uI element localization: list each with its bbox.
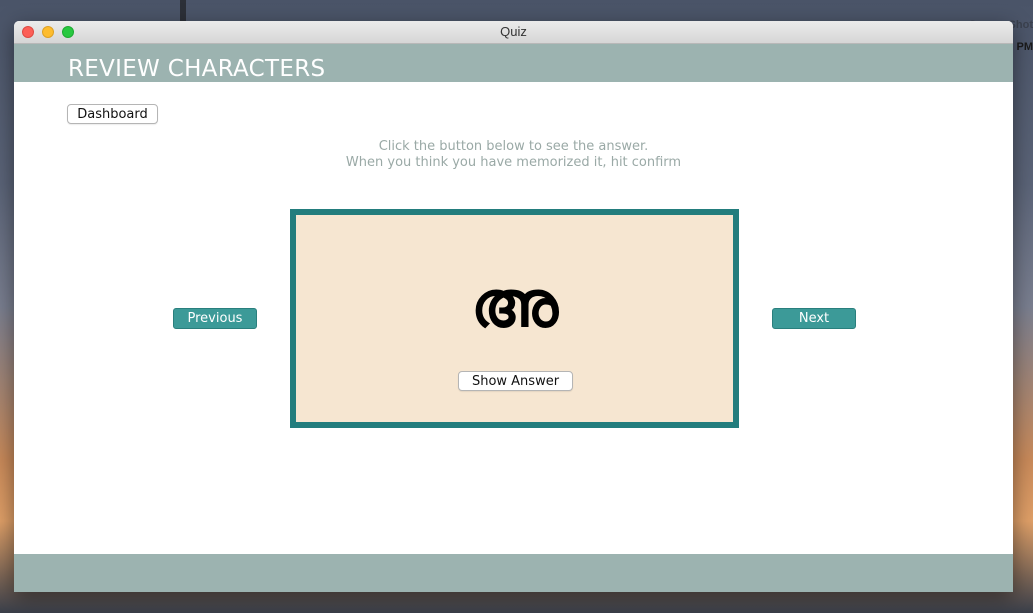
title-bar[interactable]: Quiz <box>14 21 1013 44</box>
dashboard-button[interactable]: Dashboard <box>67 104 158 124</box>
header-band: REVIEW CHARACTERS <box>14 44 1013 82</box>
quiz-window: Quiz REVIEW CHARACTERS Dashboard Click t… <box>14 21 1013 592</box>
previous-button[interactable]: Previous <box>173 308 257 329</box>
character-display: അ <box>470 268 559 342</box>
instruction-line-2: When you think you have memorized it, hi… <box>345 155 682 170</box>
next-button[interactable]: Next <box>772 308 856 329</box>
instruction-line-1: Click the button below to see the answer… <box>378 139 649 154</box>
window-title: Quiz <box>500 24 527 39</box>
flashcard: അ Show Answer <box>290 209 739 428</box>
show-answer-button[interactable]: Show Answer <box>458 371 573 391</box>
footer-band <box>14 554 1013 592</box>
page-title: REVIEW CHARACTERS <box>68 56 326 82</box>
desktop-background-pole <box>180 0 186 22</box>
